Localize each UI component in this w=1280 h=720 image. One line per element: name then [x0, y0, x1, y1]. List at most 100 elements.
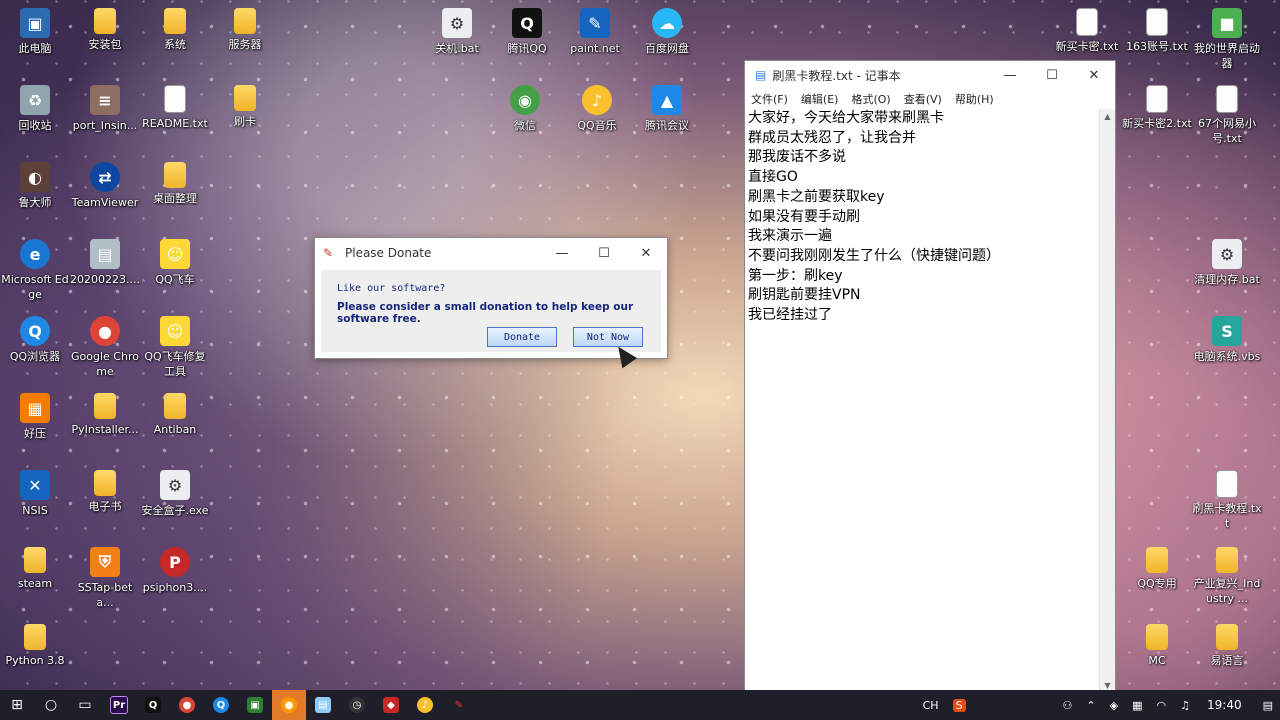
desktop-icon[interactable]: ☺ QQ飞车修复工具 — [140, 316, 210, 379]
minimize-button[interactable]: — — [541, 238, 583, 268]
desktop-icon[interactable]: ☁ 百度网盘 — [632, 8, 702, 56]
close-button[interactable]: ✕ — [625, 238, 667, 268]
desktop-icon[interactable]: ⚙ 安全盒子.exe — [140, 470, 210, 518]
desktop-icon[interactable]: Q QQ浏览器 — [0, 316, 70, 364]
desktop-icon[interactable]: ⚙ 关机.bat — [422, 8, 492, 56]
sogou-icon[interactable]: S — [952, 698, 966, 712]
desktop-icon[interactable]: PyInstaller... — [70, 393, 140, 437]
minimize-button[interactable]: — — [989, 60, 1031, 90]
desktop-icon[interactable]: ☺ QQ飞车 — [140, 239, 210, 287]
notepad-window: ▤ 刷黑卡教程.txt - 记事本 — ☐ ✕ 文件(F) 编辑(E) 格式(O) 查… — [744, 60, 1116, 694]
qq-icon[interactable]: Q — [136, 690, 170, 720]
desktop-icon[interactable]: README.txt — [140, 85, 210, 131]
desktop-icon[interactable]: 163账号.txt — [1122, 8, 1192, 54]
vertical-scrollbar[interactable]: ▲ ▼ — [1099, 109, 1115, 693]
desktop-icon-label: port_Insin... — [72, 119, 138, 132]
desktop-icon[interactable]: 桌面整理 — [140, 162, 210, 206]
desktop-icon[interactable]: Python 3.8 — [0, 624, 70, 668]
close-button[interactable]: ✕ — [1073, 60, 1115, 90]
people-icon[interactable]: ⚇ — [1063, 699, 1073, 712]
desktop-icon[interactable]: ≡ port_Insin... — [70, 85, 140, 133]
desktop-icon-label: SSTap-beta... — [77, 581, 133, 609]
desktop-icon-label: 产业复兴_Industry ... — [1193, 577, 1261, 605]
feather-icon[interactable]: ✎ — [442, 690, 476, 720]
chevron-up-icon[interactable]: ⌃ — [1086, 699, 1095, 712]
desktop-icon[interactable]: QQ专用 — [1122, 547, 1192, 591]
maximize-button[interactable]: ☐ — [1031, 60, 1073, 90]
dialog-titlebar[interactable]: ✎ Please Donate — ☐ ✕ — [315, 238, 667, 268]
desktop-icon[interactable]: ✎ paint.net — [560, 8, 630, 56]
desktop-icon[interactable]: ◐ 鲁大师 — [0, 162, 70, 210]
desktop-icon[interactable]: 服务器 — [210, 8, 280, 52]
app-tray-icon[interactable]: ▦ — [1132, 699, 1142, 712]
desktop-icon[interactable]: ⇄ TeamViewer — [70, 162, 140, 210]
security-icon[interactable]: ◈ — [1110, 699, 1118, 712]
notepad-titlebar[interactable]: ▤ 刷黑卡教程.txt - 记事本 — ☐ ✕ — [745, 61, 1115, 89]
chrome-icon[interactable]: ● — [170, 690, 204, 720]
desktop-icon[interactable]: 刷黑卡教程.txt — [1192, 470, 1262, 531]
start-button[interactable]: ⊞ — [0, 690, 34, 720]
desktop-icon[interactable]: ◉ 微信 — [490, 85, 560, 133]
desktop-icon[interactable]: ♻ 回收站 — [0, 85, 70, 133]
menu-item[interactable]: 帮助(H) — [955, 91, 994, 107]
folder-icon — [234, 85, 256, 111]
shield-icon[interactable]: ◆ — [374, 690, 408, 720]
desktop-icon-label: TeamViewer — [71, 196, 139, 209]
ime-indicator[interactable]: CH — [923, 699, 939, 712]
scroll-up-icon[interactable]: ▲ — [1100, 109, 1115, 124]
desktop-icon[interactable]: 新买卡密.txt — [1052, 8, 1122, 54]
desktop-icon[interactable]: 安装包 — [70, 8, 140, 52]
menu-item[interactable]: 查看(V) — [904, 91, 942, 107]
desktop-icon[interactable]: ▤ 20200223.... — [70, 239, 140, 287]
qq-browser-icon[interactable]: Q — [204, 690, 238, 720]
file-icon — [1146, 8, 1168, 36]
desktop-icon[interactable]: steam — [0, 547, 70, 591]
donate-button[interactable]: Donate — [487, 327, 557, 347]
not-now-button[interactable]: Not Now — [573, 327, 643, 347]
desktop-icon[interactable]: ▲ 腾讯会议 — [632, 85, 702, 133]
premiere-icon[interactable]: Pr — [102, 690, 136, 720]
menu-item[interactable]: 格式(O) — [851, 91, 890, 107]
firefox-icon[interactable]: ● — [272, 690, 306, 720]
desktop-icon[interactable]: ♪ QQ音乐 — [562, 85, 632, 133]
desktop-icon[interactable]: ▦ 好压 — [0, 393, 70, 441]
desktop-icon[interactable]: e Microsoft Edge — [0, 239, 70, 302]
text-line: 刷钥匙前要挂VPN — [748, 287, 861, 304]
desktop-icon[interactable]: 新买卡密2.txt — [1122, 85, 1192, 131]
desktop-icon[interactable]: 67个网易小号.txt — [1192, 85, 1262, 146]
desktop-icon[interactable]: 电子书 — [70, 470, 140, 514]
desktop-icon[interactable]: ✕ NSIS — [0, 470, 70, 518]
notification-icon[interactable]: ▤ — [1263, 699, 1273, 712]
desktop-icon[interactable]: ■ 我的世界启动器 — [1192, 8, 1262, 71]
notepad-task-icon[interactable]: ▤ — [306, 690, 340, 720]
volume-icon[interactable]: ♫ — [1180, 699, 1190, 712]
desktop-icon[interactable]: 产业复兴_Industry ... — [1192, 547, 1262, 606]
desktop-icon[interactable]: S 电脑系统.vbs — [1192, 316, 1262, 364]
file-icon — [1216, 470, 1238, 498]
wifi-icon[interactable]: ◠ — [1157, 699, 1167, 712]
task-view-icon[interactable]: ▭ — [68, 690, 102, 720]
notepad-text-area[interactable]: 大家好，今天给大家带来刷黑卡 群成员太残忍了，让我合并 那我废话不多说 直接GO 刷黑卡… — [748, 109, 1099, 693]
desktop-icon[interactable]: MC — [1122, 624, 1192, 668]
desktop-icon[interactable]: 系统 — [140, 8, 210, 52]
maximize-button[interactable]: ☐ — [583, 238, 625, 268]
desktop-icon[interactable]: 刷卡 — [210, 85, 280, 129]
qq-music-icon[interactable]: ♪ — [408, 690, 442, 720]
desktop-icon[interactable]: ● Google Chrome — [70, 316, 140, 379]
desktop-icon[interactable]: Q 腾讯QQ — [492, 8, 562, 56]
terminal-icon[interactable]: ▣ — [238, 690, 272, 720]
clock[interactable]: 19:40 — [1207, 698, 1242, 712]
desktop-icon[interactable]: 易语言 — [1192, 624, 1262, 668]
desktop-icon[interactable]: ▣ 此电脑 — [0, 8, 70, 56]
desktop-icon[interactable]: ⚙ 清理内存.bat — [1192, 239, 1262, 287]
menu-item[interactable]: 文件(F) — [751, 91, 788, 107]
desktop-icon[interactable]: ⛨ SSTap-beta... — [70, 547, 140, 610]
menu-item[interactable]: 编辑(E) — [801, 91, 839, 107]
desktop-icon[interactable]: Ppsiphon3.... — [140, 547, 210, 595]
meeting-icon: ▲ — [652, 85, 682, 115]
desktop-icon-label: 67个网易小号.txt — [1198, 117, 1256, 145]
clock-app-icon[interactable]: ◷ — [340, 690, 374, 720]
text-line: 刷黑卡之前要获取key — [748, 188, 885, 205]
desktop-icon[interactable]: Antiban — [140, 393, 210, 437]
search-icon[interactable]: ○ — [34, 690, 68, 720]
